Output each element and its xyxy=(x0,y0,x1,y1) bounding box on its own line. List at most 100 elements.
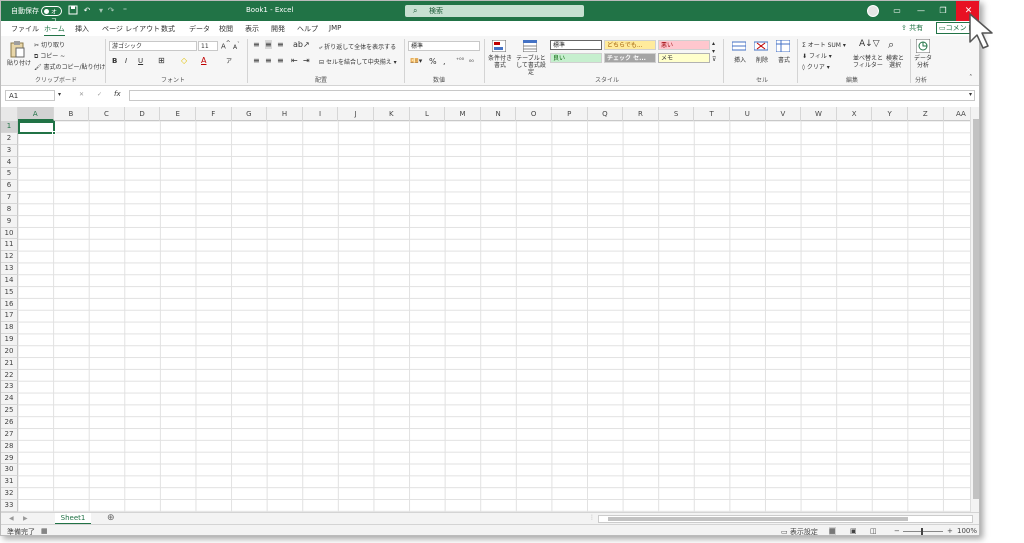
row-header[interactable]: 24 xyxy=(1,393,18,406)
column-header[interactable]: S xyxy=(659,107,695,121)
column-header[interactable]: Q xyxy=(588,107,624,121)
row-header[interactable]: 18 xyxy=(1,322,18,335)
active-cell-a1[interactable] xyxy=(18,121,56,135)
insert-function-icon[interactable]: fx xyxy=(114,90,121,98)
borders-icon[interactable]: ⊞ xyxy=(158,56,165,65)
row-header[interactable]: 12 xyxy=(1,251,18,264)
currency-icon[interactable]: 💴▾ xyxy=(410,57,422,65)
indent-decrease-icon[interactable]: ⇤ xyxy=(291,56,298,65)
increase-decimal-icon[interactable]: ⁺⁰⁰ xyxy=(456,57,464,64)
zoom-slider[interactable] xyxy=(903,531,943,532)
style-neutral[interactable]: どちらでも... xyxy=(604,40,656,50)
ribbon-display-icon[interactable]: ▭ xyxy=(891,5,903,17)
cell-area[interactable] xyxy=(18,121,971,512)
display-settings-button[interactable]: ▭ 表示設定 xyxy=(781,527,818,535)
expand-formula-icon[interactable]: ▾ xyxy=(969,91,972,98)
column-header[interactable]: N xyxy=(481,107,517,121)
paste-icon[interactable] xyxy=(9,40,25,58)
style-check-cell[interactable]: チェック セ... xyxy=(604,53,656,63)
customize-qat-icon[interactable]: ⁼ xyxy=(119,5,131,17)
insert-cells-label[interactable]: 挿入 xyxy=(734,55,746,64)
row-header[interactable]: 16 xyxy=(1,298,18,311)
column-header[interactable]: G xyxy=(232,107,268,121)
fill-color-icon[interactable]: ◇ xyxy=(181,56,187,65)
column-header[interactable]: D xyxy=(125,107,161,121)
row-header[interactable]: 14 xyxy=(1,274,18,287)
column-header[interactable]: T xyxy=(694,107,730,121)
format-cells-icon[interactable] xyxy=(776,40,790,52)
row-header[interactable]: 5 xyxy=(1,168,18,181)
row-header[interactable]: 19 xyxy=(1,334,18,346)
italic-icon[interactable]: I xyxy=(125,57,127,65)
column-header[interactable]: A xyxy=(18,107,54,121)
tab-review[interactable]: 校閲 xyxy=(219,24,233,34)
wrap-text-button[interactable]: ⤶ 折り返して全体を表示する xyxy=(319,42,396,52)
row-header[interactable]: 10 xyxy=(1,227,18,240)
align-right-icon[interactable]: ≡ xyxy=(277,56,284,65)
save-icon[interactable] xyxy=(67,5,79,17)
row-header[interactable]: 4 xyxy=(1,156,18,169)
align-center-icon[interactable]: ≡ xyxy=(265,56,272,65)
merge-center-button[interactable]: ⊟ セルを結合して中央揃え ▾ xyxy=(319,57,397,66)
normal-view-icon[interactable]: ▦ xyxy=(829,527,836,535)
column-header[interactable]: Z xyxy=(908,107,944,121)
row-header[interactable]: 20 xyxy=(1,345,18,358)
find-select-icon[interactable]: ⌕ xyxy=(888,38,894,52)
row-header[interactable]: 9 xyxy=(1,215,18,228)
styles-scroll-icon[interactable]: ▴ ▾ ⊽ xyxy=(712,40,716,64)
tab-split-icon[interactable]: ⋮ xyxy=(589,514,595,521)
format-as-table-label[interactable]: テーブルとして書式設定 xyxy=(514,55,548,76)
row-header[interactable]: 31 xyxy=(1,476,18,489)
percent-icon[interactable]: % xyxy=(429,57,437,66)
orientation-icon[interactable]: ab↗ xyxy=(293,40,310,49)
column-header[interactable]: J xyxy=(338,107,374,121)
find-select-label[interactable]: 検索と 選択 xyxy=(883,55,907,69)
tab-jmp[interactable]: JMP xyxy=(329,24,341,32)
name-box[interactable]: A1 xyxy=(5,90,55,101)
font-size-select[interactable]: 11 xyxy=(198,41,218,51)
column-header[interactable]: R xyxy=(623,107,659,121)
column-header[interactable]: H xyxy=(267,107,303,121)
row-header[interactable]: 8 xyxy=(1,203,18,216)
bold-icon[interactable]: B xyxy=(112,57,117,65)
column-header[interactable]: E xyxy=(160,107,196,121)
phonetic-icon[interactable]: ア xyxy=(226,56,232,65)
column-header[interactable]: W xyxy=(801,107,837,121)
row-header[interactable]: 11 xyxy=(1,239,18,252)
indent-increase-icon[interactable]: ⇥ xyxy=(303,56,310,65)
tab-data[interactable]: データ xyxy=(189,24,210,34)
comma-icon[interactable]: , xyxy=(443,57,446,66)
row-header[interactable]: 25 xyxy=(1,405,18,417)
row-header[interactable]: 13 xyxy=(1,263,18,275)
page-break-view-icon[interactable]: ◫ xyxy=(870,527,877,535)
column-header[interactable]: I xyxy=(303,107,339,121)
data-analysis-label[interactable]: データ 分析 xyxy=(914,55,932,69)
paste-label[interactable]: 貼り付け xyxy=(7,58,31,67)
column-header[interactable]: C xyxy=(89,107,125,121)
row-header[interactable]: 17 xyxy=(1,310,18,323)
align-middle-icon[interactable]: ≡ xyxy=(265,40,272,49)
cut-button[interactable]: ✂ 切り取り xyxy=(34,40,65,49)
cancel-icon[interactable]: ✕ xyxy=(79,91,84,98)
fill-handle[interactable] xyxy=(52,131,56,135)
new-sheet-icon[interactable]: ⊕ xyxy=(107,513,115,523)
number-format-select[interactable]: 標準 xyxy=(408,41,480,51)
row-header[interactable]: 22 xyxy=(1,369,18,382)
vertical-scrollbar[interactable] xyxy=(970,107,979,512)
minimize-icon[interactable]: — xyxy=(915,5,927,17)
row-header[interactable]: 23 xyxy=(1,381,18,394)
decrease-decimal-icon[interactable]: ₀₀ xyxy=(469,57,474,64)
row-header[interactable]: 30 xyxy=(1,464,18,477)
column-header[interactable]: K xyxy=(374,107,410,121)
row-header[interactable]: 32 xyxy=(1,488,18,500)
column-header[interactable]: B xyxy=(54,107,90,121)
sort-filter-icon[interactable]: A↓▽ xyxy=(859,39,880,49)
search-box[interactable]: ⌕ 検索 xyxy=(405,5,584,17)
row-header[interactable]: 15 xyxy=(1,286,18,299)
row-header[interactable]: 3 xyxy=(1,144,18,157)
macro-record-icon[interactable]: ▦ xyxy=(41,527,48,535)
autosave-toggle[interactable]: オフ xyxy=(41,6,62,25)
clear-button[interactable]: ◊ クリア ▾ xyxy=(802,62,830,71)
autosum-button[interactable]: Σ オート SUM ▾ xyxy=(802,40,846,49)
style-bad[interactable]: 悪い xyxy=(658,40,710,50)
